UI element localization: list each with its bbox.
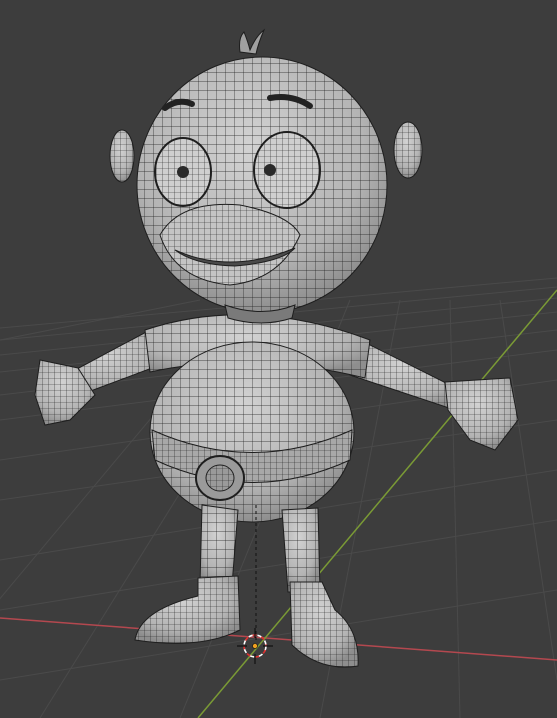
- hair-tuft: [239, 28, 266, 55]
- character-mesh[interactable]: [34, 28, 519, 668]
- viewport-canvas[interactable]: [0, 0, 557, 718]
- 3d-viewport[interactable]: [0, 0, 557, 718]
- object-origin-icon: [252, 643, 258, 649]
- x-axis-line: [0, 617, 557, 661]
